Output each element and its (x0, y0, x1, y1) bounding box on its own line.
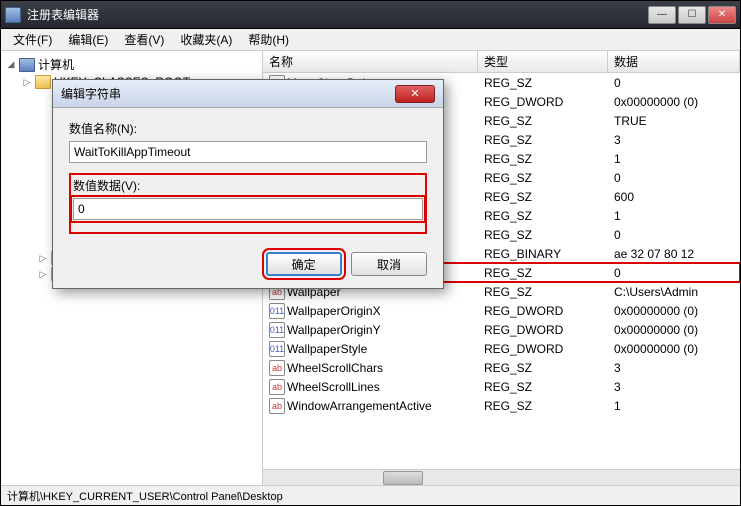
value-data: 0x00000000 (0) (608, 323, 740, 337)
value-icon: ab (269, 360, 285, 376)
menu-file[interactable]: 文件(F) (5, 29, 60, 50)
value-data: 0 (608, 266, 740, 280)
maximize-button[interactable]: ☐ (678, 6, 706, 24)
value-type: REG_BINARY (478, 247, 608, 261)
close-button[interactable]: ✕ (708, 6, 736, 24)
value-type: REG_SZ (478, 114, 608, 128)
value-name: WallpaperStyle (287, 342, 367, 356)
value-icon: 011 (269, 303, 285, 319)
expand-icon[interactable]: ▷ (21, 76, 33, 88)
menu-favorites[interactable]: 收藏夹(A) (172, 29, 240, 50)
value-data: C:\Users\Admin (608, 285, 740, 299)
value-data: 1 (608, 399, 740, 413)
value-name-input[interactable] (69, 141, 427, 163)
computer-icon (19, 58, 35, 72)
value-type: REG_SZ (478, 152, 608, 166)
dialog-titlebar[interactable]: 编辑字符串 ✕ (53, 80, 443, 108)
titlebar[interactable]: 注册表编辑器 — ☐ ✕ (1, 1, 740, 29)
value-data-input[interactable] (73, 198, 423, 220)
value-data: 3 (608, 133, 740, 147)
value-type: REG_SZ (478, 190, 608, 204)
app-icon (5, 7, 21, 23)
value-data: 600 (608, 190, 740, 204)
value-type: REG_DWORD (478, 304, 608, 318)
header-type[interactable]: 类型 (478, 50, 608, 73)
statusbar: 计算机\HKEY_CURRENT_USER\Control Panel\Desk… (1, 485, 740, 505)
value-type: REG_SZ (478, 285, 608, 299)
value-type: REG_SZ (478, 209, 608, 223)
minimize-button[interactable]: — (648, 6, 676, 24)
value-icon: ab (269, 379, 285, 395)
value-icon: 011 (269, 341, 285, 357)
value-data: 1 (608, 152, 740, 166)
value-type: REG_SZ (478, 171, 608, 185)
value-name: WindowArrangementActive (287, 399, 432, 413)
value-type: REG_SZ (478, 399, 608, 413)
list-row[interactable]: 011WallpaperOriginY REG_DWORD0x00000000 (… (263, 320, 740, 339)
expand-icon[interactable]: ▷ (37, 252, 49, 264)
value-name: WallpaperOriginY (287, 323, 381, 337)
value-data: 0x00000000 (0) (608, 304, 740, 318)
value-type: REG_DWORD (478, 323, 608, 337)
value-name: WallpaperOriginX (287, 304, 381, 318)
value-type: REG_DWORD (478, 95, 608, 109)
edit-string-dialog: 编辑字符串 ✕ 数值名称(N): 数值数据(V): 确定 取消 (52, 79, 444, 289)
folder-icon (35, 75, 51, 89)
value-data: 0 (608, 76, 740, 90)
dialog-title: 编辑字符串 (61, 85, 395, 102)
value-data: 1 (608, 209, 740, 223)
value-name-label: 数值名称(N): (69, 120, 427, 137)
list-row[interactable]: 011WallpaperStyle REG_DWORD0x00000000 (0) (263, 339, 740, 358)
value-type: REG_DWORD (478, 342, 608, 356)
header-data[interactable]: 数据 (608, 50, 740, 73)
scroll-thumb[interactable] (383, 471, 423, 485)
value-name: WheelScrollChars (287, 361, 383, 375)
list-row[interactable]: 011WallpaperOriginX REG_DWORD0x00000000 (… (263, 301, 740, 320)
value-type: REG_SZ (478, 76, 608, 90)
value-type: REG_SZ (478, 380, 608, 394)
value-name: WheelScrollLines (287, 380, 380, 394)
dialog-close-button[interactable]: ✕ (395, 85, 435, 103)
list-row[interactable]: abWindowArrangementActive REG_SZ1 (263, 396, 740, 415)
value-data: 0 (608, 228, 740, 242)
value-type: REG_SZ (478, 133, 608, 147)
value-data-label: 数值数据(V): (73, 177, 423, 194)
value-type: REG_SZ (478, 361, 608, 375)
expand-icon[interactable]: ▷ (37, 268, 49, 280)
value-data: 0x00000000 (0) (608, 342, 740, 356)
value-data: ae 32 07 80 12 (608, 247, 740, 261)
value-icon: 011 (269, 322, 285, 338)
value-data: 0x00000000 (0) (608, 95, 740, 109)
list-row[interactable]: abWheelScrollChars REG_SZ3 (263, 358, 740, 377)
menubar: 文件(F) 编辑(E) 查看(V) 收藏夹(A) 帮助(H) (1, 29, 740, 51)
value-icon: ab (269, 398, 285, 414)
value-type: REG_SZ (478, 228, 608, 242)
value-data: TRUE (608, 114, 740, 128)
menu-edit[interactable]: 编辑(E) (60, 29, 116, 50)
ok-button[interactable]: 确定 (266, 252, 342, 276)
value-type: REG_SZ (478, 266, 608, 280)
header-name[interactable]: 名称 (263, 50, 478, 73)
value-data: 3 (608, 361, 740, 375)
menu-help[interactable]: 帮助(H) (240, 29, 297, 50)
tree-root[interactable]: ◢ 计算机 (1, 55, 262, 74)
window-title: 注册表编辑器 (27, 6, 648, 23)
value-data: 0 (608, 171, 740, 185)
menu-view[interactable]: 查看(V) (116, 29, 172, 50)
value-data: 3 (608, 380, 740, 394)
horizontal-scrollbar[interactable] (263, 469, 740, 485)
list-header: 名称 类型 数据 (263, 51, 740, 73)
collapse-icon[interactable]: ◢ (5, 59, 17, 71)
tree-label: 计算机 (38, 56, 74, 73)
list-row[interactable]: abWheelScrollLines REG_SZ3 (263, 377, 740, 396)
cancel-button[interactable]: 取消 (351, 252, 427, 276)
